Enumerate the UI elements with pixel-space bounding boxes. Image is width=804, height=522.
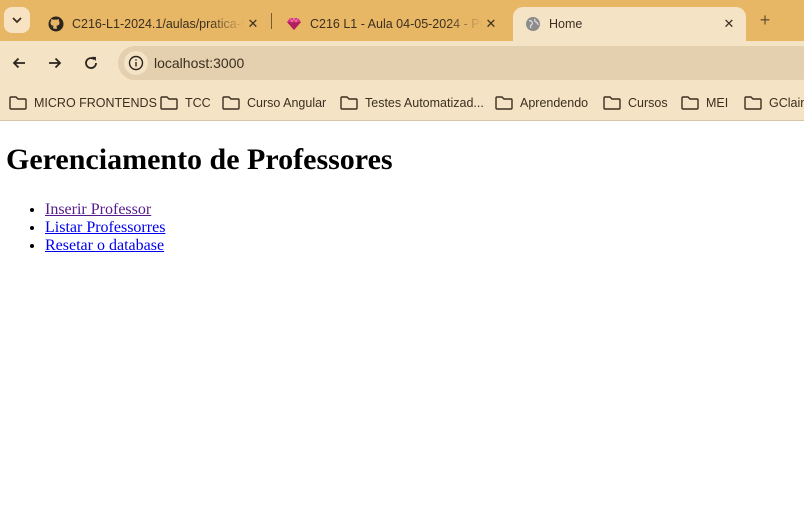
forward-button[interactable] — [41, 50, 69, 76]
bookmark-folder[interactable]: TCC — [160, 92, 211, 114]
tab-divider — [271, 13, 272, 29]
link-list: Inserir Professor Listar Professorres Re… — [45, 201, 165, 255]
tab-title: C216 L1 - Aula 04-05-2024 - Prática — [310, 17, 482, 31]
bookmark-folder[interactable]: GClaim — [744, 92, 804, 114]
reset-database-link[interactable]: Resetar o database — [45, 237, 164, 254]
page-content: Gerenciamento de Professores Inserir Pro… — [0, 121, 804, 522]
folder-icon — [222, 96, 240, 110]
bookmark-folder[interactable]: Curso Angular — [222, 92, 326, 114]
folder-icon — [9, 96, 27, 110]
bookmark-folder[interactable]: Testes Automatizad... — [340, 92, 484, 114]
globe-icon — [525, 16, 541, 32]
reload-button[interactable] — [77, 50, 105, 76]
insert-professor-link[interactable]: Inserir Professor — [45, 201, 151, 218]
tab-github[interactable]: C216-L1-2024.1/aulas/pratica-5 ✕ — [36, 7, 270, 41]
tab-search-button[interactable] — [4, 7, 30, 33]
list-item: Inserir Professor — [45, 201, 165, 219]
address-bar[interactable]: localhost:3000 — [118, 46, 804, 80]
tab-title: C216-L1-2024.1/aulas/pratica-5 — [72, 17, 244, 31]
browser-toolbar: localhost:3000 — [0, 41, 804, 85]
tab-aula[interactable]: C216 L1 - Aula 04-05-2024 - Prática ✕ — [274, 7, 508, 41]
back-arrow-icon — [12, 57, 25, 69]
chevron-down-icon — [12, 17, 22, 24]
close-icon[interactable]: ✕ — [244, 15, 262, 33]
folder-icon — [495, 96, 513, 110]
list-item: Resetar o database — [45, 237, 165, 255]
back-button[interactable] — [5, 50, 33, 76]
bookmark-label: Testes Automatizad... — [365, 96, 484, 110]
list-professors-link[interactable]: Listar Professorres — [45, 219, 165, 236]
tab-home[interactable]: Home ✕ — [513, 7, 746, 41]
folder-icon — [681, 96, 699, 110]
github-icon — [48, 16, 64, 32]
bookmark-label: MEI — [706, 96, 729, 110]
folder-icon — [603, 96, 621, 110]
bookmark-label: Curso Angular — [247, 96, 327, 110]
close-icon[interactable]: ✕ — [482, 15, 500, 33]
url-text[interactable]: localhost:3000 — [154, 55, 244, 71]
bookmark-label: MICRO FRONTENDS — [34, 96, 157, 110]
folder-icon — [340, 96, 358, 110]
bookmark-label: Cursos — [628, 96, 668, 110]
bookmark-folder[interactable]: Aprendendo — [495, 92, 588, 114]
tab-strip: C216-L1-2024.1/aulas/pratica-5 ✕ C216 L1… — [0, 0, 804, 41]
reload-icon — [85, 56, 97, 69]
bookmarks-bar: MICRO FRONTENDS TCC Curso Angular Testes… — [0, 85, 804, 121]
bookmark-folder[interactable]: MICRO FRONTENDS — [9, 92, 157, 114]
site-info-button[interactable] — [124, 51, 148, 75]
folder-icon — [160, 96, 178, 110]
folder-icon — [744, 96, 762, 110]
page-title: Gerenciamento de Professores — [6, 143, 393, 176]
info-icon — [128, 55, 144, 71]
bookmark-label: Aprendendo — [520, 96, 589, 110]
bookmark-label: TCC — [185, 96, 211, 110]
tab-title: Home — [549, 17, 583, 31]
bookmark-label: GClaim — [769, 96, 804, 110]
bookmark-folder[interactable]: MEI — [681, 92, 728, 114]
gem-icon — [286, 16, 302, 32]
bookmark-folder[interactable]: Cursos — [603, 92, 668, 114]
close-icon[interactable]: ✕ — [720, 15, 738, 33]
forward-arrow-icon — [49, 57, 62, 69]
new-tab-button[interactable]: + — [755, 10, 775, 30]
list-item: Listar Professorres — [45, 219, 165, 237]
